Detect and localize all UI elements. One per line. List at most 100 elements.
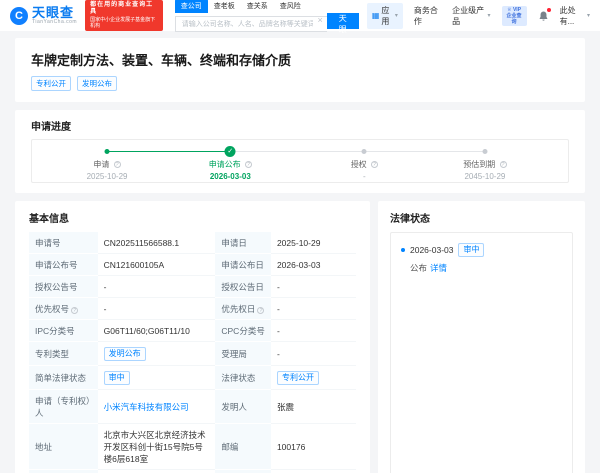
field-label: 受理局	[215, 341, 271, 366]
status-badge: 发明公布	[103, 346, 146, 361]
enterprise-label: 企业级产品	[452, 5, 485, 26]
field-value: 2025-10-29	[270, 232, 356, 254]
legal-status-date: 2026-03-03	[410, 245, 454, 255]
search-input[interactable]	[174, 16, 327, 33]
table-row: 专利类型 发明公布 受理局 -	[29, 341, 356, 366]
help-icon[interactable]: ?	[257, 306, 265, 314]
field-label: 授权公告日	[215, 275, 271, 298]
application-progress-card: 申请进度 申请 ? 2025-10-29 ✓ 申请公布 ? 2026-03-03 授权 ?…	[15, 110, 585, 193]
search-button[interactable]: 天眼一下	[326, 12, 359, 56]
timeline-segment-pending	[230, 151, 485, 152]
field-label: 代理机构?	[29, 469, 98, 473]
header-right-nav: ▦ 应用 ▾ 商务合作 企业级产品 ▾ ♕ VIP 企业查询 此处有... ▾	[366, 2, 590, 29]
field-label: 代理人?	[215, 469, 271, 473]
table-row: 授权公告号 - 授权公告日 -	[29, 275, 356, 298]
search-tab[interactable]: 查老板	[208, 0, 241, 13]
basic-info-card: 基本信息 申请号 CN202511566588.1 申请日 2025-10-29 申请公…	[15, 201, 370, 473]
progress-step-date: -	[362, 172, 366, 181]
tianyancha-logo-icon: C	[10, 6, 28, 25]
status-badge: 审中	[458, 243, 485, 257]
chevron-down-icon: ▾	[586, 13, 590, 19]
help-icon[interactable]: ?	[370, 161, 378, 168]
patent-title-card: 车牌定制方法、装置、车辆、终端和存储介质 专利公开 发明公布	[15, 38, 585, 102]
basic-info-tbody: 申请号 CN202511566588.1 申请日 2025-10-29 申请公布号 CN1…	[29, 232, 356, 473]
basic-info-section-title: 基本信息	[29, 214, 69, 225]
patent-tag: 专利公开	[31, 76, 71, 91]
search-block: 查公司查老板查关系查风险 × 天眼一下	[174, 0, 359, 56]
user-label: 此处有...	[559, 5, 576, 26]
field-value: 100176	[270, 423, 356, 470]
progress-step-date: 2045-10-29	[464, 172, 506, 181]
help-icon[interactable]: ?	[244, 161, 252, 168]
basic-info-table: 申请号 CN202511566588.1 申请日 2025-10-29 申请公布号 CN1…	[29, 232, 356, 473]
status-badge: 专利公开	[276, 370, 319, 385]
legal-status-section-title: 法律状态	[390, 214, 430, 225]
apps-label: 应用	[381, 5, 390, 26]
field-label: 法律状态	[215, 365, 271, 390]
field-label: CPC分类号	[215, 319, 271, 342]
grid-icon: ▦	[371, 11, 380, 20]
progress-step: 申请 ? 2025-10-29	[62, 159, 152, 181]
field-value: 小米汽车科技有限公司	[97, 389, 216, 424]
timeline-segment-done	[107, 151, 231, 152]
legal-status-item: 2026-03-03 审中 公布 详情	[401, 243, 562, 274]
nav-enterprise-products[interactable]: 企业级产品 ▾	[452, 5, 490, 27]
status-badge: 审中	[103, 370, 130, 385]
field-label: 发明人	[215, 389, 271, 424]
legal-status-card: 法律状态 2026-03-03 审中 公布 详情	[378, 201, 585, 473]
help-icon[interactable]: ?	[71, 306, 79, 314]
search-tab[interactable]: 查公司	[174, 0, 208, 13]
legal-status-line2: 公布 详情	[410, 263, 448, 273]
field-label: 地址	[29, 423, 98, 470]
field-label: 优先权号?	[29, 297, 98, 320]
table-row: 优先权号? - 优先权日? -	[29, 297, 356, 320]
apps-menu[interactable]: ▦ 应用 ▾	[366, 2, 403, 29]
progress-timeline: 申请 ? 2025-10-29 ✓ 申请公布 ? 2026-03-03 授权 ? - 预估到期…	[31, 139, 569, 183]
notification-dot	[546, 7, 551, 12]
top-header: C 天眼查 TianYanCha.com 都在用的商业查询工具 国家中小企业发展…	[0, 0, 600, 56]
progress-step-dot: ✓	[224, 146, 236, 157]
logo-domain: TianYanCha.com	[32, 19, 78, 25]
field-value: G06T11/60;G06T11/10	[97, 319, 216, 342]
progress-step-dot	[104, 149, 110, 154]
progress-step-date: 2025-10-29	[86, 172, 128, 181]
table-row: 地址 北京市大兴区北京经济技术开发区科创十街15号院5号楼6层618室 邮编 1001…	[29, 423, 356, 470]
progress-step-label: 申请公布 ?	[185, 159, 275, 170]
field-label: 优先权日?	[215, 297, 271, 320]
tianyancha-logo[interactable]: C 天眼查 TianYanCha.com	[10, 6, 77, 25]
vip-line1: ♕ VIP	[507, 6, 522, 13]
details-link[interactable]: 详情	[430, 263, 447, 273]
user-menu[interactable]: 此处有... ▾	[560, 5, 590, 27]
vip-badge[interactable]: ♕ VIP 企业查询	[501, 5, 527, 26]
chevron-down-icon: ▾	[394, 13, 398, 19]
promo-badge: 都在用的商业查询工具 国家中小企业发展子基金旗下机构	[85, 0, 163, 32]
table-row: 申请（专利权）人 小米汽车科技有限公司 发明人 张震	[29, 389, 356, 424]
help-icon[interactable]: ?	[113, 161, 121, 168]
table-row: IPC分类号 G06T11/60;G06T11/10 CPC分类号 -	[29, 319, 356, 342]
field-label: 申请号	[29, 232, 98, 254]
field-value: 2026-03-03	[270, 253, 356, 276]
notification-bell-icon[interactable]	[538, 7, 551, 22]
progress-step: 预估到期 ? 2045-10-29	[440, 159, 530, 181]
logo-name: 天眼查	[32, 5, 75, 20]
field-label: 邮编	[215, 423, 271, 470]
legal-status-line1: 2026-03-03 审中	[401, 243, 562, 257]
nav-business-cooperation[interactable]: 商务合作	[414, 5, 441, 27]
patent-tag: 发明公布	[77, 76, 117, 91]
search-tab[interactable]: 查风险	[274, 0, 307, 13]
progress-step-label: 授权 ?	[319, 159, 409, 170]
table-row: 申请号 CN202511566588.1 申请日 2025-10-29	[29, 232, 356, 254]
bullet-dot-icon	[401, 248, 405, 252]
field-label: 申请公布号	[29, 253, 98, 276]
progress-step: 申请公布 ? 2026-03-03	[185, 159, 275, 181]
field-value: -	[97, 275, 216, 298]
field-label: 申请公布日	[215, 253, 271, 276]
progress-step-label: 申请 ?	[62, 159, 152, 170]
help-icon[interactable]: ?	[499, 161, 507, 168]
chevron-down-icon: ▾	[487, 13, 491, 19]
search-tab[interactable]: 查关系	[241, 0, 274, 13]
entity-link[interactable]: 小米汽车科技有限公司	[104, 402, 189, 412]
field-value: -	[270, 341, 356, 366]
clear-icon[interactable]: ×	[318, 15, 323, 25]
field-label: IPC分类号	[29, 319, 98, 342]
